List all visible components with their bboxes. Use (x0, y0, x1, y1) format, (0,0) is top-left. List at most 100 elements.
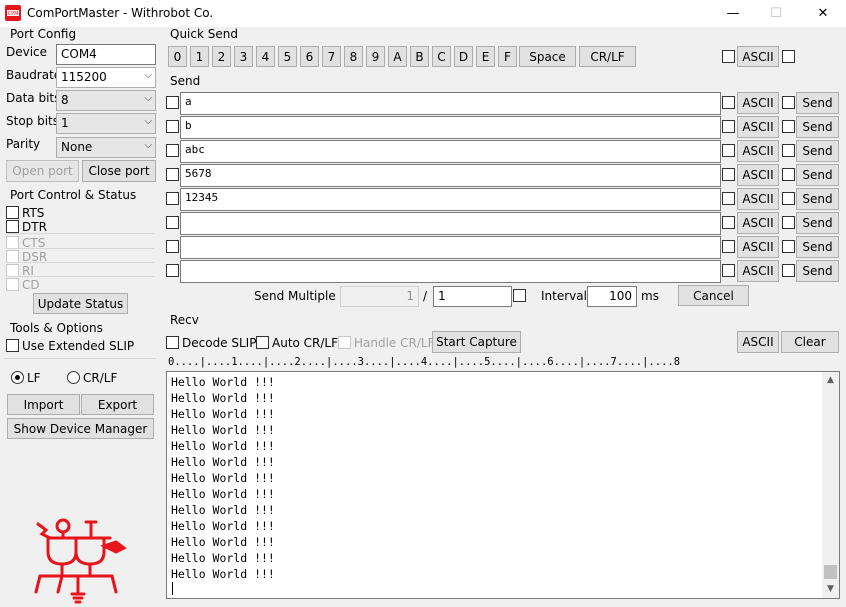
send-row-checkbox[interactable] (166, 144, 179, 157)
send-row-send-button[interactable]: Send (796, 140, 839, 162)
send-multiple-checkbox[interactable] (513, 289, 526, 302)
send-row-checkbox[interactable] (166, 264, 179, 277)
rts-checkbox[interactable] (6, 206, 19, 219)
send-row-checkbox[interactable] (166, 120, 179, 133)
quick-send-key-b[interactable]: B (410, 46, 429, 67)
send-row-send-checkbox[interactable] (782, 264, 795, 277)
recv-textarea[interactable]: Hello World !!! Hello World !!! Hello Worl… (166, 371, 840, 599)
send-row-ascii-checkbox[interactable] (722, 240, 735, 253)
send-row-checkbox[interactable] (166, 168, 179, 181)
quick-send-key-f[interactable]: F (498, 46, 517, 67)
send-row-ascii-checkbox[interactable] (722, 120, 735, 133)
quick-send-key-e[interactable]: E (476, 46, 495, 67)
dtr-checkbox[interactable] (6, 220, 19, 233)
send-row-send-button[interactable]: Send (796, 260, 839, 282)
recv-scrollbar[interactable]: ▲ ▼ (822, 372, 839, 598)
quick-send-key-c[interactable]: C (432, 46, 451, 67)
send-row-checkbox[interactable] (166, 192, 179, 205)
device-field[interactable]: COM4 (56, 44, 156, 65)
send-row-ascii-checkbox[interactable] (722, 216, 735, 229)
send-row-send-checkbox[interactable] (782, 192, 795, 205)
send-row-send-checkbox[interactable] (782, 168, 795, 181)
send-row-input[interactable] (180, 212, 721, 235)
send-row-ascii-button[interactable]: ASCII (737, 140, 779, 162)
send-row-ascii-button[interactable]: ASCII (737, 260, 779, 282)
quick-send-key-0[interactable]: 0 (168, 46, 187, 67)
quick-send-key-4[interactable]: 4 (256, 46, 275, 67)
send-row-ascii-checkbox[interactable] (722, 96, 735, 109)
quick-send-crlf-button[interactable]: CR/LF (579, 46, 636, 67)
minimize-button[interactable]: — (710, 0, 756, 27)
quick-send-key-5[interactable]: 5 (278, 46, 297, 67)
quick-send-ascii-checkbox[interactable] (782, 50, 795, 63)
quick-send-space-button[interactable]: Space (519, 46, 576, 67)
quick-send-key-d[interactable]: D (454, 46, 473, 67)
send-row-input[interactable]: abc (180, 140, 721, 163)
show-device-manager-button[interactable]: Show Device Manager (7, 418, 154, 439)
send-multiple-total-field[interactable]: 1 (433, 286, 512, 307)
quick-send-checkbox[interactable] (722, 50, 735, 63)
send-row-checkbox[interactable] (166, 96, 179, 109)
open-port-button[interactable]: Open port (6, 160, 79, 182)
quick-send-key-1[interactable]: 1 (190, 46, 209, 67)
send-row-send-button[interactable]: Send (796, 92, 839, 114)
scroll-thumb[interactable] (824, 565, 837, 579)
baudrate-select[interactable]: 115200 ⌵ (56, 67, 156, 88)
close-port-button[interactable]: Close port (82, 160, 156, 182)
send-row-input[interactable]: 12345 (180, 188, 721, 211)
parity-select[interactable]: None ⌵ (56, 137, 156, 158)
crlf-radio[interactable] (67, 371, 80, 384)
send-row-ascii-button[interactable]: ASCII (737, 188, 779, 210)
send-row-send-checkbox[interactable] (782, 144, 795, 157)
send-row-send-checkbox[interactable] (782, 240, 795, 253)
auto-crlf-checkbox[interactable] (256, 336, 269, 349)
quick-send-key-6[interactable]: 6 (300, 46, 319, 67)
send-row-send-button[interactable]: Send (796, 188, 839, 210)
close-button[interactable]: ✕ (800, 0, 846, 27)
update-status-button[interactable]: Update Status (33, 293, 128, 314)
send-row-input[interactable] (180, 236, 721, 259)
quick-send-key-a[interactable]: A (388, 46, 407, 67)
send-row-ascii-checkbox[interactable] (722, 192, 735, 205)
decode-slip-checkbox[interactable] (166, 336, 179, 349)
send-row-input[interactable]: b (180, 116, 721, 139)
send-row-send-checkbox[interactable] (782, 216, 795, 229)
quick-send-ascii-button[interactable]: ASCII (737, 46, 779, 67)
start-capture-button[interactable]: Start Capture (432, 331, 521, 353)
quick-send-key-8[interactable]: 8 (344, 46, 363, 67)
send-row-ascii-button[interactable]: ASCII (737, 164, 779, 186)
send-row-checkbox[interactable] (166, 240, 179, 253)
cancel-button[interactable]: Cancel (678, 285, 749, 306)
send-row-input[interactable]: 5678 (180, 164, 721, 187)
import-button[interactable]: Import (7, 394, 80, 415)
send-row-input[interactable] (180, 260, 721, 283)
scroll-up-arrow-icon[interactable]: ▲ (822, 372, 839, 389)
quick-send-key-9[interactable]: 9 (366, 46, 385, 67)
send-row-send-checkbox[interactable] (782, 120, 795, 133)
export-button[interactable]: Export (81, 394, 154, 415)
use-extended-slip-checkbox[interactable] (6, 339, 19, 352)
send-row-input[interactable]: a (180, 92, 721, 115)
send-row-ascii-checkbox[interactable] (722, 264, 735, 277)
quick-send-key-7[interactable]: 7 (322, 46, 341, 67)
maximize-button[interactable]: ☐ (753, 0, 799, 27)
interval-field[interactable]: 100 (587, 286, 637, 307)
databits-select[interactable]: 8 ⌵ (56, 90, 156, 111)
stopbits-select[interactable]: 1 ⌵ (56, 113, 156, 134)
send-row-ascii-checkbox[interactable] (722, 168, 735, 181)
handle-crlf-checkbox[interactable] (338, 336, 351, 349)
send-row-send-checkbox[interactable] (782, 96, 795, 109)
send-row-send-button[interactable]: Send (796, 236, 839, 258)
scroll-down-arrow-icon[interactable]: ▼ (822, 581, 839, 598)
send-row-ascii-button[interactable]: ASCII (737, 92, 779, 114)
lf-radio[interactable] (11, 371, 24, 384)
send-row-ascii-button[interactable]: ASCII (737, 212, 779, 234)
send-row-send-button[interactable]: Send (796, 164, 839, 186)
send-row-ascii-checkbox[interactable] (722, 144, 735, 157)
send-row-ascii-button[interactable]: ASCII (737, 116, 779, 138)
clear-button[interactable]: Clear (781, 331, 839, 353)
quick-send-key-3[interactable]: 3 (234, 46, 253, 67)
send-row-ascii-button[interactable]: ASCII (737, 236, 779, 258)
send-row-send-button[interactable]: Send (796, 116, 839, 138)
quick-send-key-2[interactable]: 2 (212, 46, 231, 67)
